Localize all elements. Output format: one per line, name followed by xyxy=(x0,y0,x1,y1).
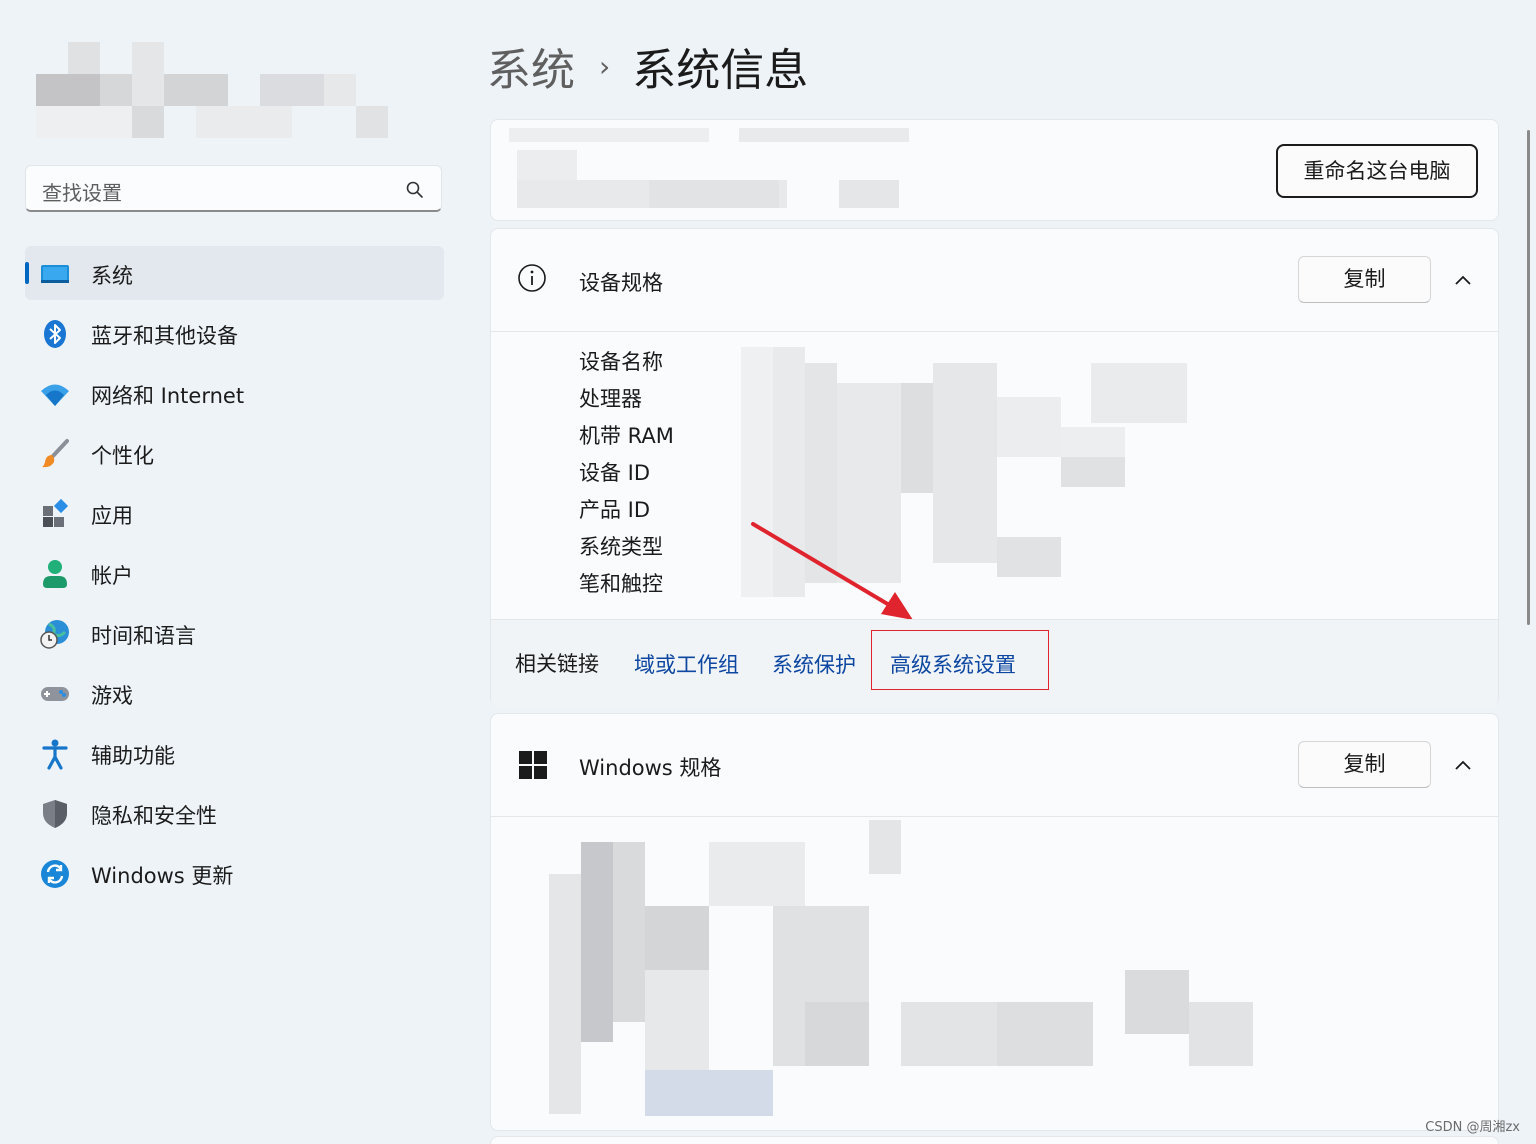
sidebar: 查找设置 系统 蓝牙和其他设备 网络和 Internet 个性化 应用 帐户 时… xyxy=(0,0,470,1143)
windows-spec-values-blurred xyxy=(549,820,1259,1116)
sidebar-item-label: 帐户 xyxy=(91,564,133,588)
copy-windows-specs-button[interactable]: 复制 xyxy=(1298,741,1431,788)
accessibility-icon xyxy=(42,739,68,770)
wifi-icon xyxy=(41,384,69,406)
watermark: CSDN @周湘zx xyxy=(1425,1120,1520,1135)
sidebar-item-accounts[interactable]: 帐户 xyxy=(25,546,444,600)
windows-logo-icon xyxy=(519,751,547,779)
domain-workgroup-link[interactable]: 域或工作组 xyxy=(634,649,739,679)
sidebar-item-label: 隐私和安全性 xyxy=(91,804,217,828)
update-icon xyxy=(41,860,69,888)
sidebar-item-privacy[interactable]: 隐私和安全性 xyxy=(25,786,444,840)
windows-specs-title: Windows 规格 xyxy=(579,756,722,780)
sidebar-item-time-language[interactable]: 时间和语言 xyxy=(25,606,444,660)
account-avatar-blurred[interactable] xyxy=(36,42,391,138)
apps-icon xyxy=(43,498,69,527)
breadcrumb: 系统 › 系统信息 xyxy=(487,34,809,96)
sidebar-item-label: 应用 xyxy=(91,504,133,528)
sidebar-item-accessibility[interactable]: 辅助功能 xyxy=(25,726,444,780)
device-name-blurred xyxy=(509,128,909,208)
info-icon xyxy=(518,264,546,292)
gamepad-icon xyxy=(41,687,69,701)
device-specs-card: 设备规格 复制 设备名称 处理器 机带 RAM 设备 ID 产品 ID 系统类型… xyxy=(490,228,1499,707)
spec-label-ram: 机带 RAM xyxy=(579,424,674,448)
spec-label-system-type: 系统类型 xyxy=(579,535,663,559)
chevron-up-icon[interactable] xyxy=(1453,758,1473,772)
divider xyxy=(491,816,1498,817)
search-input[interactable]: 查找设置 xyxy=(25,165,442,212)
spec-label-device-name: 设备名称 xyxy=(579,350,663,374)
sidebar-item-label: 辅助功能 xyxy=(91,744,175,768)
sidebar-item-personalization[interactable]: 个性化 xyxy=(25,426,444,480)
person-icon xyxy=(43,560,67,588)
paintbrush-icon xyxy=(42,439,69,468)
sidebar-item-bluetooth[interactable]: 蓝牙和其他设备 xyxy=(25,306,444,360)
spec-label-product-id: 产品 ID xyxy=(579,498,651,522)
sidebar-item-label: Windows 更新 xyxy=(91,864,234,888)
bluetooth-icon xyxy=(44,320,66,348)
copy-device-specs-button[interactable]: 复制 xyxy=(1298,256,1431,303)
spec-label-pen-touch: 笔和触控 xyxy=(579,572,663,596)
globe-clock-icon xyxy=(40,620,69,649)
sidebar-item-label: 网络和 Internet xyxy=(91,384,245,408)
chevron-up-icon[interactable] xyxy=(1453,273,1473,287)
search-icon[interactable] xyxy=(405,180,425,200)
scrollbar[interactable] xyxy=(1527,130,1530,625)
search-placeholder: 查找设置 xyxy=(42,181,122,205)
display-icon xyxy=(41,265,69,283)
shield-icon xyxy=(43,800,67,828)
related-links-title: 相关链接 xyxy=(515,652,599,676)
annotation-arrow xyxy=(751,522,913,620)
sidebar-item-label: 系统 xyxy=(91,264,133,288)
page-title: 系统信息 xyxy=(632,45,809,96)
spec-label-processor: 处理器 xyxy=(579,387,642,411)
breadcrumb-separator: › xyxy=(599,49,611,83)
sidebar-item-network[interactable]: 网络和 Internet xyxy=(25,366,444,420)
sidebar-item-label: 个性化 xyxy=(91,444,154,468)
sidebar-item-windows-update[interactable]: Windows 更新 xyxy=(25,846,444,900)
windows-specs-card: Windows 规格 复制 xyxy=(490,713,1499,1131)
spec-label-device-id: 设备 ID xyxy=(579,461,651,485)
advanced-system-settings-link[interactable]: 高级系统设置 xyxy=(890,649,1016,679)
device-name-card: 重命名这台电脑 xyxy=(490,119,1499,221)
divider xyxy=(491,331,1498,332)
rename-pc-button[interactable]: 重命名这台电脑 xyxy=(1276,144,1478,198)
related-links-bar: 相关链接 域或工作组 系统保护 高级系统设置 xyxy=(491,619,1498,707)
sidebar-item-gaming[interactable]: 游戏 xyxy=(25,666,444,720)
sidebar-item-system[interactable]: 系统 xyxy=(25,246,444,300)
device-spec-labels: 设备名称 处理器 机带 RAM 设备 ID 产品 ID 系统类型 笔和触控 xyxy=(579,347,674,606)
sidebar-item-label: 游戏 xyxy=(91,684,133,708)
system-protection-link[interactable]: 系统保护 xyxy=(772,649,856,679)
sidebar-item-label: 蓝牙和其他设备 xyxy=(91,324,238,348)
device-specs-title: 设备规格 xyxy=(579,271,663,295)
sidebar-item-label: 时间和语言 xyxy=(91,624,196,648)
breadcrumb-parent[interactable]: 系统 xyxy=(487,45,575,96)
sidebar-nav: 系统 蓝牙和其他设备 网络和 Internet 个性化 应用 帐户 时间和语言 … xyxy=(25,246,444,906)
sidebar-item-apps[interactable]: 应用 xyxy=(25,486,444,540)
